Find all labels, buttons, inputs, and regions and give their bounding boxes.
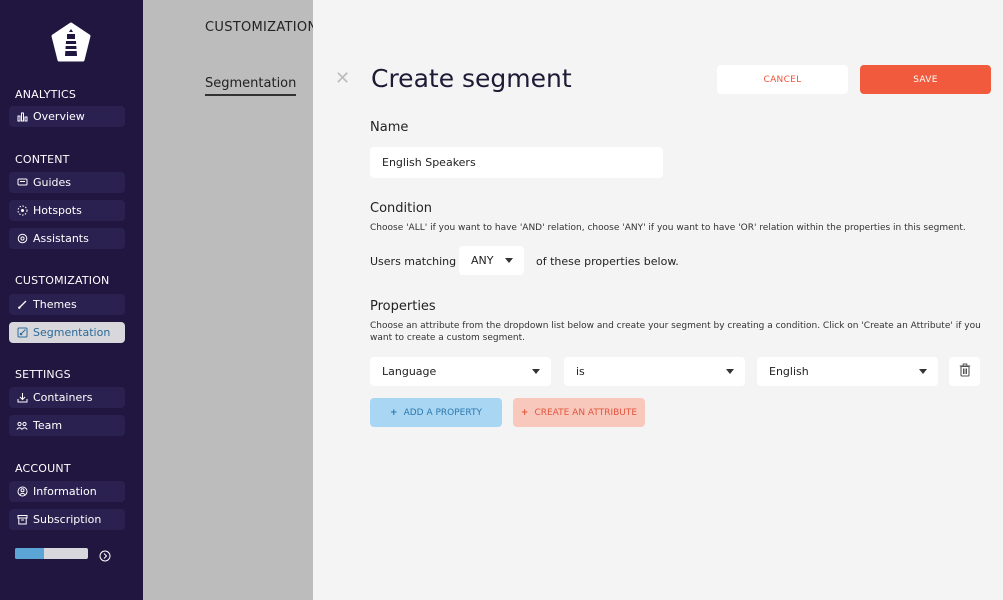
add-property-button[interactable]: + ADD A PROPERTY bbox=[370, 398, 502, 427]
trash-icon bbox=[959, 362, 971, 381]
chevron-down-icon bbox=[726, 369, 734, 374]
sidebar-item-label: Assistants bbox=[33, 232, 89, 245]
chevron-down-icon bbox=[505, 258, 513, 263]
plus-icon: + bbox=[520, 407, 529, 418]
sidebar-item-hotspots[interactable]: Hotspots bbox=[9, 200, 125, 221]
operator-select[interactable]: is bbox=[564, 357, 745, 386]
add-property-label: ADD A PROPERTY bbox=[403, 407, 482, 418]
sidebar-item-containers[interactable]: Containers bbox=[9, 387, 125, 408]
chevron-circle-icon[interactable] bbox=[99, 547, 111, 562]
bar-chart-icon bbox=[16, 111, 28, 123]
chevron-down-icon bbox=[919, 369, 927, 374]
name-label: Name bbox=[370, 120, 409, 135]
match-type-value: ANY bbox=[471, 254, 494, 267]
close-icon[interactable]: ✕ bbox=[335, 68, 350, 89]
sidebar-item-label: Segmentation bbox=[33, 326, 111, 339]
tab-segmentation[interactable]: Segmentation bbox=[205, 76, 297, 96]
segment-name-input[interactable] bbox=[370, 147, 663, 178]
section-title-account: ACCOUNT bbox=[15, 462, 71, 475]
sidebar-item-label: Guides bbox=[33, 176, 72, 189]
archive-icon bbox=[16, 514, 28, 526]
delete-property-button[interactable] bbox=[949, 357, 980, 386]
create-attribute-label: CREATE AN ATTRIBUTE bbox=[534, 407, 638, 418]
section-title-customization: CUSTOMIZATION bbox=[15, 274, 110, 287]
properties-suffix-label: of these properties below. bbox=[536, 255, 679, 268]
sidebar-item-label: Hotspots bbox=[33, 204, 82, 217]
user-circle-icon bbox=[16, 486, 28, 498]
segment-icon bbox=[16, 327, 28, 339]
sidebar-item-label: Themes bbox=[33, 298, 77, 311]
lighthouse-logo-icon[interactable] bbox=[50, 22, 92, 64]
create-segment-panel: ✕ Create segment CANCEL SAVE Name Condit… bbox=[313, 0, 1003, 600]
sidebar-item-label: Subscription bbox=[33, 513, 102, 526]
sidebar-item-themes[interactable]: Themes bbox=[9, 294, 125, 315]
usage-progress-bar bbox=[15, 548, 88, 559]
attribute-value: Language bbox=[382, 365, 437, 378]
sidebar-item-assistants[interactable]: Assistants bbox=[9, 228, 125, 249]
sidebar-item-team[interactable]: Team bbox=[9, 415, 125, 436]
sidebar-item-overview[interactable]: Overview bbox=[9, 106, 125, 127]
plus-icon: + bbox=[390, 407, 398, 418]
section-title-settings: SETTINGS bbox=[15, 368, 71, 381]
breadcrumb: CUSTOMIZATION | bbox=[205, 20, 327, 35]
hotspot-icon bbox=[16, 205, 28, 217]
cancel-button[interactable]: CANCEL bbox=[717, 65, 848, 94]
page-title: Create segment bbox=[371, 64, 572, 93]
save-button[interactable]: SAVE bbox=[860, 65, 991, 94]
value-value: English bbox=[769, 365, 809, 378]
brush-icon bbox=[16, 299, 28, 311]
section-title-analytics: ANALYTICS bbox=[15, 88, 77, 101]
condition-label: Condition bbox=[370, 201, 433, 216]
operator-value: is bbox=[576, 365, 585, 378]
sidebar-item-label: Containers bbox=[33, 391, 93, 404]
create-attribute-button[interactable]: + CREATE AN ATTRIBUTE bbox=[513, 398, 645, 427]
sidebar-item-subscription[interactable]: Subscription bbox=[9, 509, 125, 530]
download-icon bbox=[16, 392, 28, 404]
sidebar-item-label: Team bbox=[33, 419, 63, 432]
sidebar: ANALYTICS Overview CONTENT Guides Hotspo… bbox=[0, 0, 143, 600]
sidebar-item-segmentation[interactable]: Segmentation bbox=[9, 322, 125, 343]
usage-progress-fill bbox=[15, 548, 45, 559]
value-select[interactable]: English bbox=[757, 357, 938, 386]
condition-help-text: Choose 'ALL' if you want to have 'AND' r… bbox=[370, 223, 966, 233]
sidebar-item-information[interactable]: Information bbox=[9, 481, 125, 502]
section-title-content: CONTENT bbox=[15, 153, 70, 166]
properties-help-text: Choose an attribute from the dropdown li… bbox=[370, 321, 981, 343]
sidebar-item-label: Overview bbox=[33, 110, 85, 123]
message-icon bbox=[16, 177, 28, 189]
settings-icon bbox=[16, 233, 28, 245]
properties-label: Properties bbox=[370, 299, 436, 314]
chevron-down-icon bbox=[532, 369, 540, 374]
sidebar-item-label: Information bbox=[33, 485, 97, 498]
team-icon bbox=[16, 420, 28, 432]
users-matching-label: Users matching bbox=[370, 255, 457, 268]
attribute-select[interactable]: Language bbox=[370, 357, 551, 386]
match-type-select[interactable]: ANY bbox=[459, 246, 524, 275]
sidebar-item-guides[interactable]: Guides bbox=[9, 172, 125, 193]
